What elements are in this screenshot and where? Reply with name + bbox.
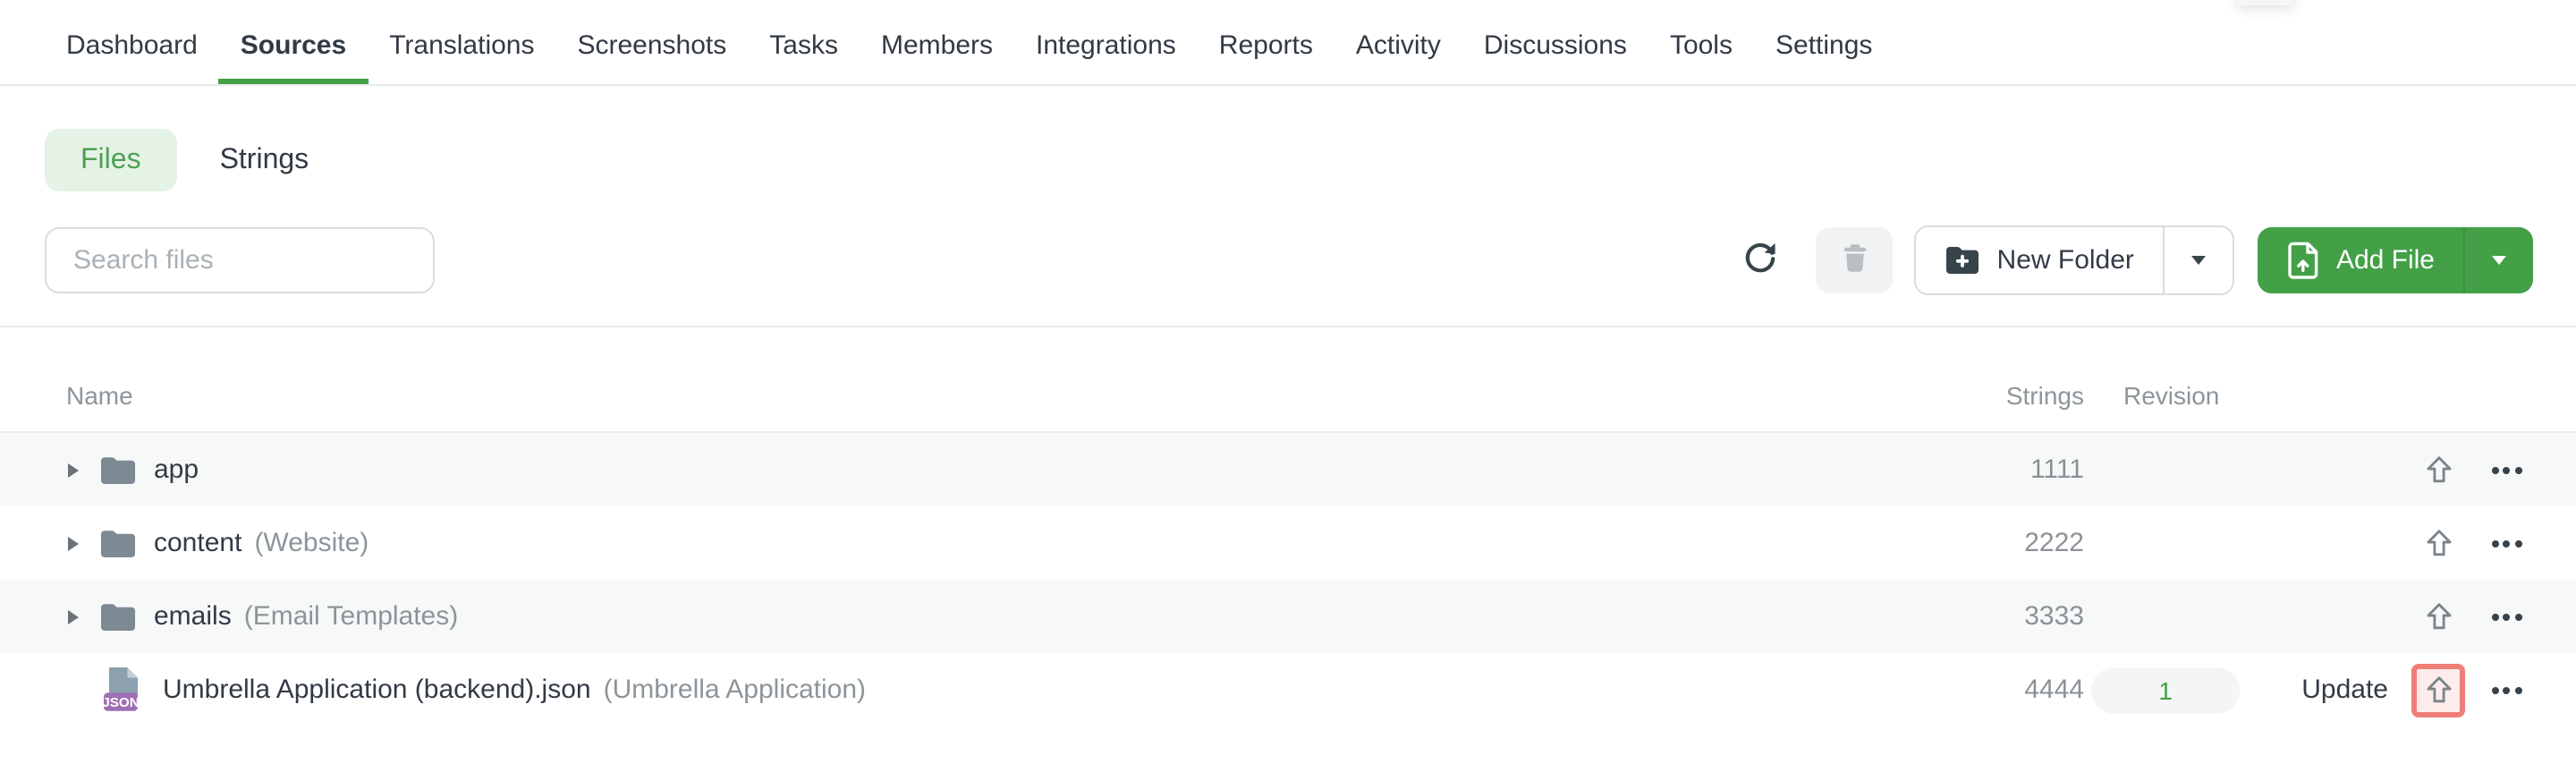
upload-button[interactable] xyxy=(2411,590,2465,643)
svg-text:JSON: JSON xyxy=(102,695,139,710)
file-annotation: (Website) xyxy=(254,528,369,558)
name-cell: JSON Umbrella Application (backend).json… xyxy=(0,666,1869,714)
file-name: Umbrella Application (backend).json xyxy=(163,675,591,705)
nav-item-members[interactable]: Members xyxy=(860,14,1014,84)
nav-item-reports[interactable]: Reports xyxy=(1198,14,1335,84)
name-cell: emails (Email Templates) xyxy=(0,601,1869,632)
files-toolbar: New Folder Add File xyxy=(0,225,2576,295)
search-input[interactable] xyxy=(45,227,435,293)
upload-button[interactable] xyxy=(2411,663,2465,717)
view-tabs: Files Strings xyxy=(45,129,2576,191)
folder-icon xyxy=(100,602,136,631)
chevron-down-icon xyxy=(2190,256,2206,265)
strings-count: 4444 xyxy=(2024,675,2084,705)
name-cell: app xyxy=(0,454,1869,485)
project-nav: Dashboard Sources Translations Screensho… xyxy=(0,0,2576,86)
new-folder-button[interactable]: New Folder xyxy=(1916,227,2163,293)
nav-item-settings[interactable]: Settings xyxy=(1754,14,1894,84)
revision-badge: 1 xyxy=(2091,666,2240,713)
file-name: emails xyxy=(154,601,232,632)
file-annotation: (Email Templates) xyxy=(243,601,459,632)
new-folder-label: New Folder xyxy=(1996,245,2134,276)
upload-button[interactable] xyxy=(2411,443,2465,497)
tab-strings-label: Strings xyxy=(219,144,309,174)
ellipsis-icon xyxy=(2491,613,2498,620)
add-file-dropdown-button[interactable] xyxy=(2463,227,2533,293)
table-row[interactable]: JSON Umbrella Application (backend).json… xyxy=(0,653,2576,726)
upload-arrow-icon xyxy=(2426,530,2451,556)
file-upload-icon xyxy=(2286,242,2320,279)
ellipsis-icon xyxy=(2491,539,2498,547)
strings-count: 2222 xyxy=(2024,528,2084,558)
new-folder-dropdown-button[interactable] xyxy=(2162,227,2233,293)
table-header: Name Strings Revision xyxy=(0,327,2576,433)
table-row[interactable]: emails (Email Templates) 3333 xyxy=(0,580,2576,653)
upload-cell xyxy=(2406,590,2470,643)
upload-cell xyxy=(2406,443,2470,497)
chevron-down-icon xyxy=(2492,256,2506,265)
row-menu-button[interactable] xyxy=(2470,466,2542,473)
column-header-revision: Revision xyxy=(2123,381,2220,410)
nav-item-integrations[interactable]: Integrations xyxy=(1014,14,1198,84)
expand-caret-icon[interactable] xyxy=(68,536,79,550)
delete-button[interactable] xyxy=(1816,227,1894,293)
nav-item-translations[interactable]: Translations xyxy=(368,14,555,84)
expand-caret-icon[interactable] xyxy=(68,609,79,624)
row-menu-button[interactable] xyxy=(2470,613,2542,620)
json-file-icon: JSON xyxy=(100,666,145,714)
refresh-button[interactable] xyxy=(1743,240,1779,281)
new-folder-split-button: New Folder xyxy=(1914,225,2234,295)
row-menu-button[interactable] xyxy=(2470,539,2542,547)
add-file-button[interactable]: Add File xyxy=(2257,227,2463,293)
ellipsis-icon xyxy=(2491,686,2498,693)
nav-item-screenshots[interactable]: Screenshots xyxy=(556,14,749,84)
nav-item-activity[interactable]: Activity xyxy=(1335,14,1462,84)
table-row[interactable]: app 1111 xyxy=(0,433,2576,506)
strings-count: 1111 xyxy=(2029,454,2084,485)
tab-strings[interactable]: Strings xyxy=(220,144,309,176)
nav-item-tools[interactable]: Tools xyxy=(1648,14,1754,84)
trash-icon xyxy=(1837,240,1873,281)
upload-arrow-icon xyxy=(2426,456,2451,483)
nav-item-discussions[interactable]: Discussions xyxy=(1462,14,1648,84)
sources-files-page: Dashboard Sources Translations Screensho… xyxy=(0,0,2576,764)
add-file-split-button: Add File xyxy=(2257,227,2533,293)
file-annotation: (Umbrella Application) xyxy=(603,675,867,705)
file-name: app xyxy=(154,454,199,485)
ellipsis-icon xyxy=(2491,466,2498,473)
toolbar-actions: New Folder Add File xyxy=(1743,225,2533,295)
folder-icon xyxy=(100,529,136,557)
expand-caret-icon[interactable] xyxy=(68,463,79,477)
tab-files[interactable]: Files xyxy=(45,129,177,191)
nav-item-tasks[interactable]: Tasks xyxy=(748,14,860,84)
file-list: app 1111 content (Website) 2222 emails (… xyxy=(0,433,2576,726)
nav-item-sources[interactable]: Sources xyxy=(219,14,368,84)
column-header-name: Name xyxy=(66,381,133,410)
upload-arrow-icon xyxy=(2426,676,2451,703)
upload-arrow-icon xyxy=(2426,603,2451,630)
add-file-label: Add File xyxy=(2335,245,2435,276)
upload-cell xyxy=(2406,663,2470,717)
upload-cell xyxy=(2406,516,2470,570)
table-row[interactable]: content (Website) 2222 xyxy=(0,506,2576,580)
row-menu-button[interactable] xyxy=(2470,686,2542,693)
strings-count: 3333 xyxy=(2024,601,2084,632)
update-link[interactable]: Update xyxy=(2263,675,2406,705)
revision-cell: 1 xyxy=(2084,666,2263,713)
nav-item-dashboard[interactable]: Dashboard xyxy=(45,14,219,84)
folder-plus-icon xyxy=(1945,245,1981,276)
file-name: content xyxy=(154,528,242,558)
folder-icon xyxy=(100,455,136,484)
cutoff-popover-remnant xyxy=(2236,0,2295,5)
refresh-icon xyxy=(1743,240,1779,281)
tab-files-label: Files xyxy=(80,144,141,174)
upload-button[interactable] xyxy=(2411,516,2465,570)
name-cell: content (Website) xyxy=(0,528,1869,558)
column-header-strings: Strings xyxy=(2005,381,2084,410)
